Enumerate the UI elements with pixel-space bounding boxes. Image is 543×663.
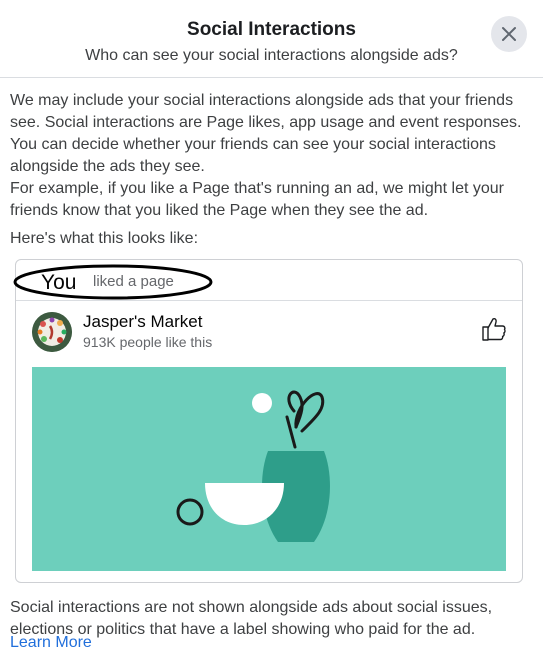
social-interactions-dialog: Social Interactions Who can see your soc… [0, 0, 543, 663]
social-context-bar: You liked a page [13, 260, 522, 301]
ad-illustration[interactable] [32, 367, 506, 571]
preview-intro: Here's what this looks like: [10, 230, 199, 247]
ad-preview-card: You liked a page Jasper's Market 913K pe… [13, 259, 523, 583]
intro-paragraph: We may include your social interactions … [10, 92, 522, 175]
dialog-header: Social Interactions Who can see your soc… [0, 0, 543, 78]
action-label: liked a page [93, 273, 174, 290]
close-icon [502, 27, 516, 41]
example-paragraph: For example, if you like a Page that's r… [10, 180, 504, 219]
thumbs-up-icon[interactable] [481, 316, 507, 342]
learn-more-link[interactable]: Learn More [10, 634, 92, 652]
page-likes-count: 913K people like this [83, 334, 213, 350]
dialog-title: Social Interactions [187, 19, 356, 40]
page-name[interactable]: Jasper's Market [83, 312, 202, 332]
close-button[interactable] [491, 16, 527, 52]
actor-label: You [41, 271, 77, 294]
dialog-subtitle: Who can see your social interactions alo… [85, 47, 458, 64]
page-avatar [32, 312, 72, 352]
